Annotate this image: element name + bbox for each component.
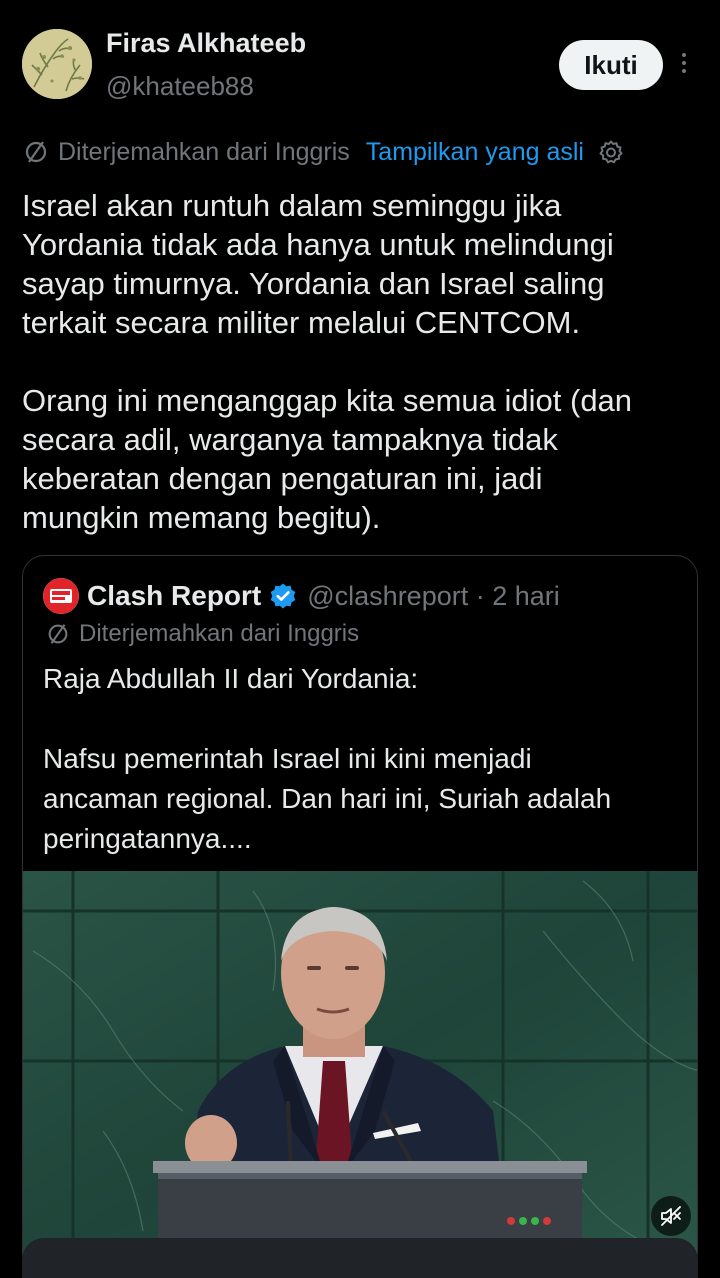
quoted-tweet-header: Clash Report @clashreport · 2 hari: [43, 578, 560, 614]
muted-speaker-icon[interactable]: [651, 1196, 691, 1236]
gear-icon[interactable]: [598, 139, 624, 165]
clash-report-logo: [43, 578, 79, 614]
follow-button[interactable]: Ikuti: [559, 40, 663, 90]
quoted-author-handle-time: @clashreport · 2 hari: [307, 580, 560, 611]
more-options-icon[interactable]: [676, 50, 692, 80]
translate-icon: [25, 141, 47, 163]
verified-badge-icon: [270, 583, 296, 609]
translation-note: Diterjemahkan dari Inggris: [58, 137, 350, 166]
tweet-text: Israel akan runtuh dalam seminggu jika Y…: [22, 188, 633, 535]
quoted-tweet-text: Raja Abdullah II dari Yordania: Nafsu pe…: [43, 663, 612, 854]
author-avatar[interactable]: [22, 29, 92, 99]
quoted-translation-row: Diterjemahkan dari Inggris: [45, 620, 359, 648]
quoted-video-thumbnail[interactable]: [23, 871, 697, 1274]
quoted-author-avatar[interactable]: [43, 578, 79, 614]
translate-icon: [48, 624, 68, 644]
tweet-header: Firas Alkhateeb @khateeb88 Ikuti: [0, 0, 720, 120]
translation-row: Diterjemahkan dari Inggris Tampilkan yan…: [22, 135, 624, 169]
video-frame-image: [23, 871, 697, 1274]
quoted-translation-note: Diterjemahkan dari Inggris: [79, 620, 360, 647]
author-handle[interactable]: @khateeb88: [106, 71, 254, 102]
show-original-link[interactable]: Tampilkan yang asli: [366, 138, 584, 167]
avatar-image: [22, 29, 92, 99]
quoted-tweet-card[interactable]: Clash Report @clashreport · 2 hari Diter…: [22, 555, 698, 1275]
author-display-name[interactable]: Firas Alkhateeb: [106, 28, 306, 59]
quoted-author-name[interactable]: Clash Report: [87, 580, 261, 612]
bottom-sheet-edge: [22, 1238, 698, 1278]
